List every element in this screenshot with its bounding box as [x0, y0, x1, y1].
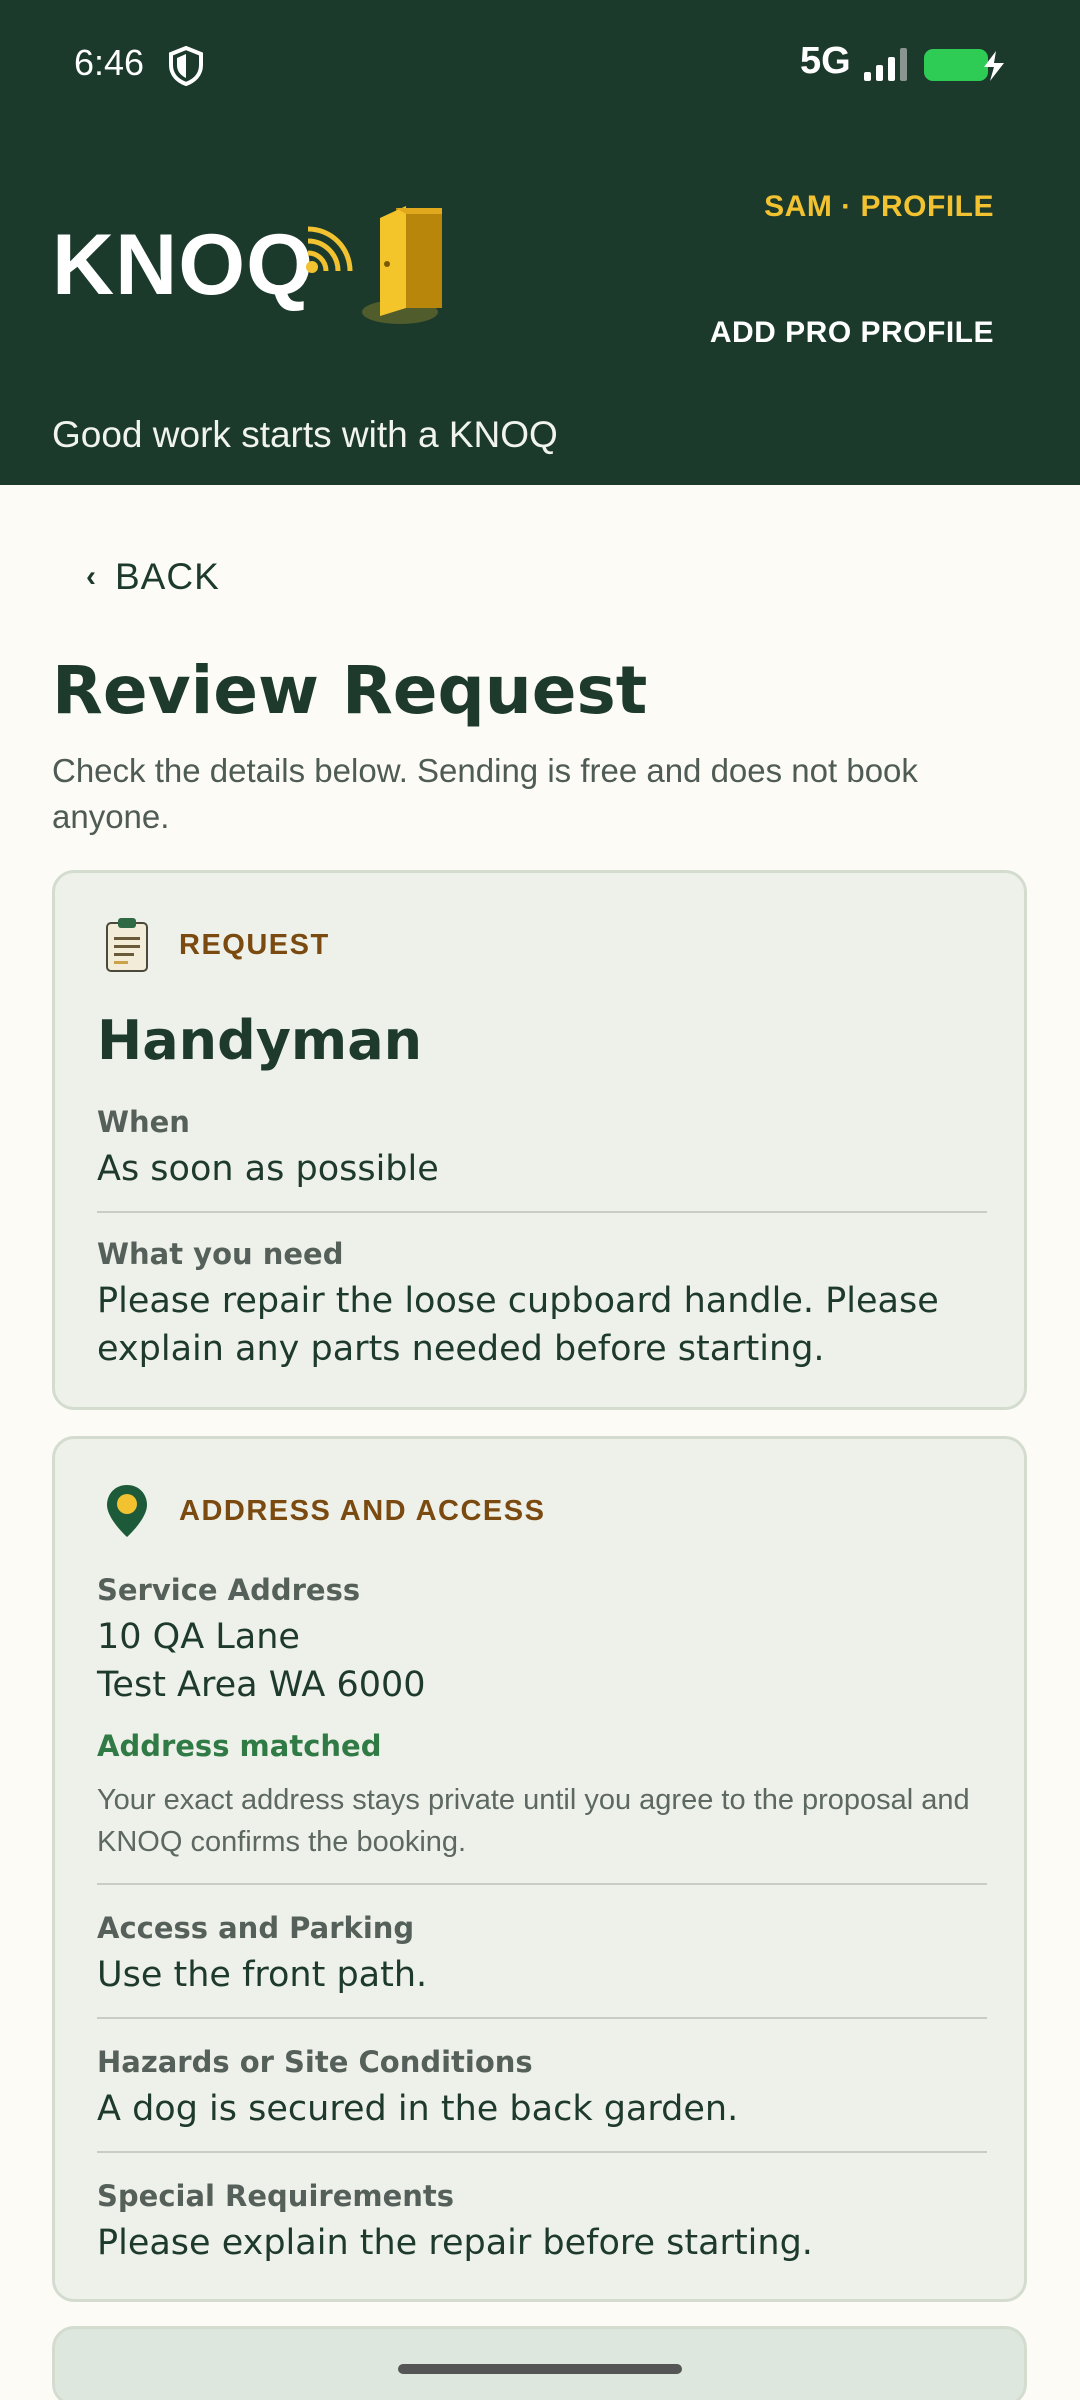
app-header: 6:46 5G KNOQ SAM · PROFILE ADD PRO PROFI…	[0, 0, 1080, 485]
address-matched-status: Address matched	[97, 1729, 382, 1763]
signal-icon	[864, 48, 907, 81]
access-value: Use the front path.	[97, 1955, 428, 1995]
divider	[97, 1211, 987, 1213]
map-pin-icon	[107, 1485, 147, 1537]
page-title: Review Request	[52, 652, 648, 729]
status-time: 6:46	[74, 42, 145, 83]
next-card-peek	[52, 2326, 1027, 2400]
need-label: What you need	[97, 1237, 344, 1271]
divider	[97, 2151, 987, 2153]
back-button[interactable]: ‹ BACK	[86, 556, 220, 598]
need-value: Please repair the loose cupboard handle.…	[97, 1281, 939, 1369]
address-section-label: ADDRESS AND ACCESS	[179, 1494, 546, 1527]
divider	[97, 1883, 987, 1885]
hazards-value: A dog is secured in the back garden.	[97, 2089, 739, 2129]
service-address-label: Service Address	[97, 1573, 361, 1607]
special-requirements-field: Special Requirements Please explain the …	[97, 2179, 987, 2267]
chevron-left-icon: ‹	[86, 560, 97, 593]
address-privacy-note: Your exact address stays private until y…	[97, 1784, 970, 1858]
access-field: Access and Parking Use the front path.	[97, 1911, 987, 1999]
logo-text: KNOQ	[52, 217, 314, 313]
when-label: When	[97, 1105, 190, 1139]
address-card: ADDRESS AND ACCESS Service Address 10 QA…	[52, 1436, 1027, 2302]
address-line-2: Test Area WA 6000	[97, 1665, 426, 1705]
knoq-logo[interactable]: KNOQ	[52, 215, 353, 315]
hazards-label: Hazards or Site Conditions	[97, 2045, 533, 2079]
special-label: Special Requirements	[97, 2179, 455, 2213]
battery-charging-icon	[924, 49, 1004, 81]
service-title: Handyman	[97, 1009, 423, 1072]
divider	[97, 2017, 987, 2019]
when-value: As soon as possible	[97, 1149, 439, 1189]
profile-link[interactable]: SAM · PROFILE	[764, 190, 994, 224]
tagline: Good work starts with a KNOQ	[52, 414, 558, 455]
request-section-label: REQUEST	[179, 928, 330, 961]
network-type: 5G	[800, 40, 851, 82]
door-icon	[362, 206, 442, 324]
address-card-header: ADDRESS AND ACCESS	[105, 1483, 545, 1539]
when-field: When As soon as possible	[97, 1105, 987, 1193]
address-line-1: 10 QA Lane	[97, 1617, 300, 1657]
request-card-header: REQUEST	[105, 917, 330, 973]
need-field: What you need Please repair the loose cu…	[97, 1237, 987, 1373]
add-pro-profile-link[interactable]: ADD PRO PROFILE	[710, 316, 994, 350]
home-indicator[interactable]	[398, 2364, 682, 2374]
special-value: Please explain the repair before startin…	[97, 2223, 813, 2263]
service-address-field: Service Address 10 QA Lane Test Area WA …	[97, 1573, 987, 1709]
hazards-field: Hazards or Site Conditions A dog is secu…	[97, 2045, 987, 2133]
status-bar: 6:46 5G	[0, 0, 1080, 130]
back-label: BACK	[115, 556, 220, 597]
page-subtitle: Check the details below. Sending is free…	[52, 752, 918, 835]
request-card: REQUEST Handyman When As soon as possibl…	[52, 870, 1027, 1410]
shield-icon	[169, 46, 203, 86]
access-label: Access and Parking	[97, 1911, 415, 1945]
clipboard-icon	[106, 918, 148, 972]
